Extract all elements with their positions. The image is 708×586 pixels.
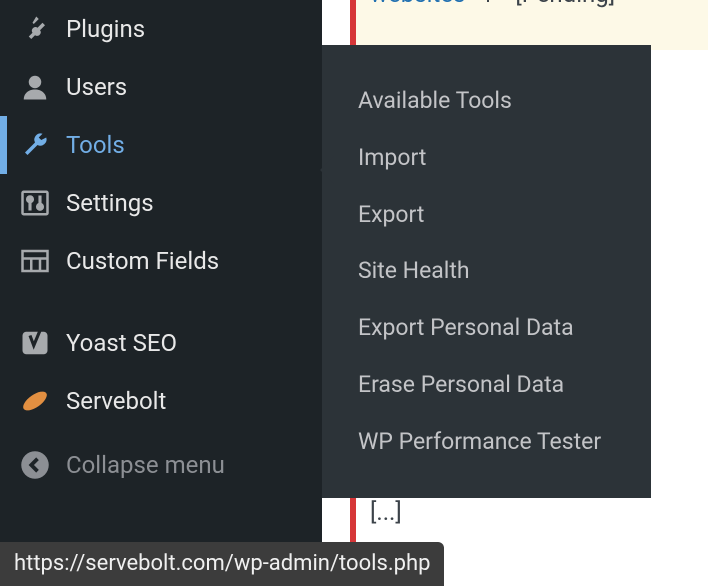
submenu-site-health[interactable]: Site Health — [322, 243, 651, 300]
submenu-erase-personal-data[interactable]: Erase Personal Data — [322, 357, 651, 414]
sidebar-item-label: Custom Fields — [66, 247, 219, 275]
ellipsis: [...] — [370, 498, 402, 526]
pending-label: [Pending] — [515, 0, 615, 8]
browser-status-bar: https://servebolt.com/wp-admin/tools.php — [0, 542, 444, 586]
yoast-icon — [20, 328, 50, 358]
sidebar-item-plugins[interactable]: Plugins — [0, 0, 322, 58]
sidebar-item-yoast-seo[interactable]: Yoast SEO — [0, 314, 322, 372]
admin-sidebar: Plugins Users Tools Settings — [0, 0, 322, 586]
highlighted-row: websites [Pending] — [350, 0, 708, 50]
grid-icon — [20, 246, 50, 276]
submenu-export[interactable]: Export — [322, 187, 651, 244]
sidebar-item-label: Users — [66, 73, 127, 101]
sidebar-item-label: Settings — [66, 189, 154, 217]
wrench-icon — [20, 130, 50, 160]
sidebar-item-label: Yoast SEO — [66, 329, 177, 357]
tools-submenu: Available Tools Import Export Site Healt… — [322, 45, 651, 498]
sidebar-item-servebolt[interactable]: Servebolt — [0, 372, 322, 430]
sliders-icon — [20, 188, 50, 218]
sidebar-item-users[interactable]: Users — [0, 58, 322, 116]
collapse-icon — [20, 450, 50, 480]
sidebar-item-settings[interactable]: Settings — [0, 174, 322, 232]
submenu-available-tools[interactable]: Available Tools — [322, 73, 651, 130]
sidebar-item-label: Collapse menu — [66, 451, 225, 479]
sidebar-collapse[interactable]: Collapse menu — [0, 436, 322, 494]
sidebar-item-tools[interactable]: Tools — [0, 116, 322, 174]
submenu-import[interactable]: Import — [322, 130, 651, 187]
sidebar-item-label: Tools — [66, 131, 125, 159]
servebolt-icon — [20, 386, 50, 416]
plug-icon — [20, 14, 50, 44]
sidebar-item-label: Servebolt — [66, 387, 166, 415]
user-icon — [20, 72, 50, 102]
submenu-wp-performance-tester[interactable]: WP Performance Tester — [322, 414, 651, 471]
flyout-pointer — [320, 156, 334, 184]
link-websites[interactable]: websites — [370, 0, 465, 8]
sidebar-item-custom-fields[interactable]: Custom Fields — [0, 232, 322, 290]
sidebar-item-label: Plugins — [66, 15, 145, 43]
flag-icon — [483, 0, 509, 8]
submenu-export-personal-data[interactable]: Export Personal Data — [322, 300, 651, 357]
